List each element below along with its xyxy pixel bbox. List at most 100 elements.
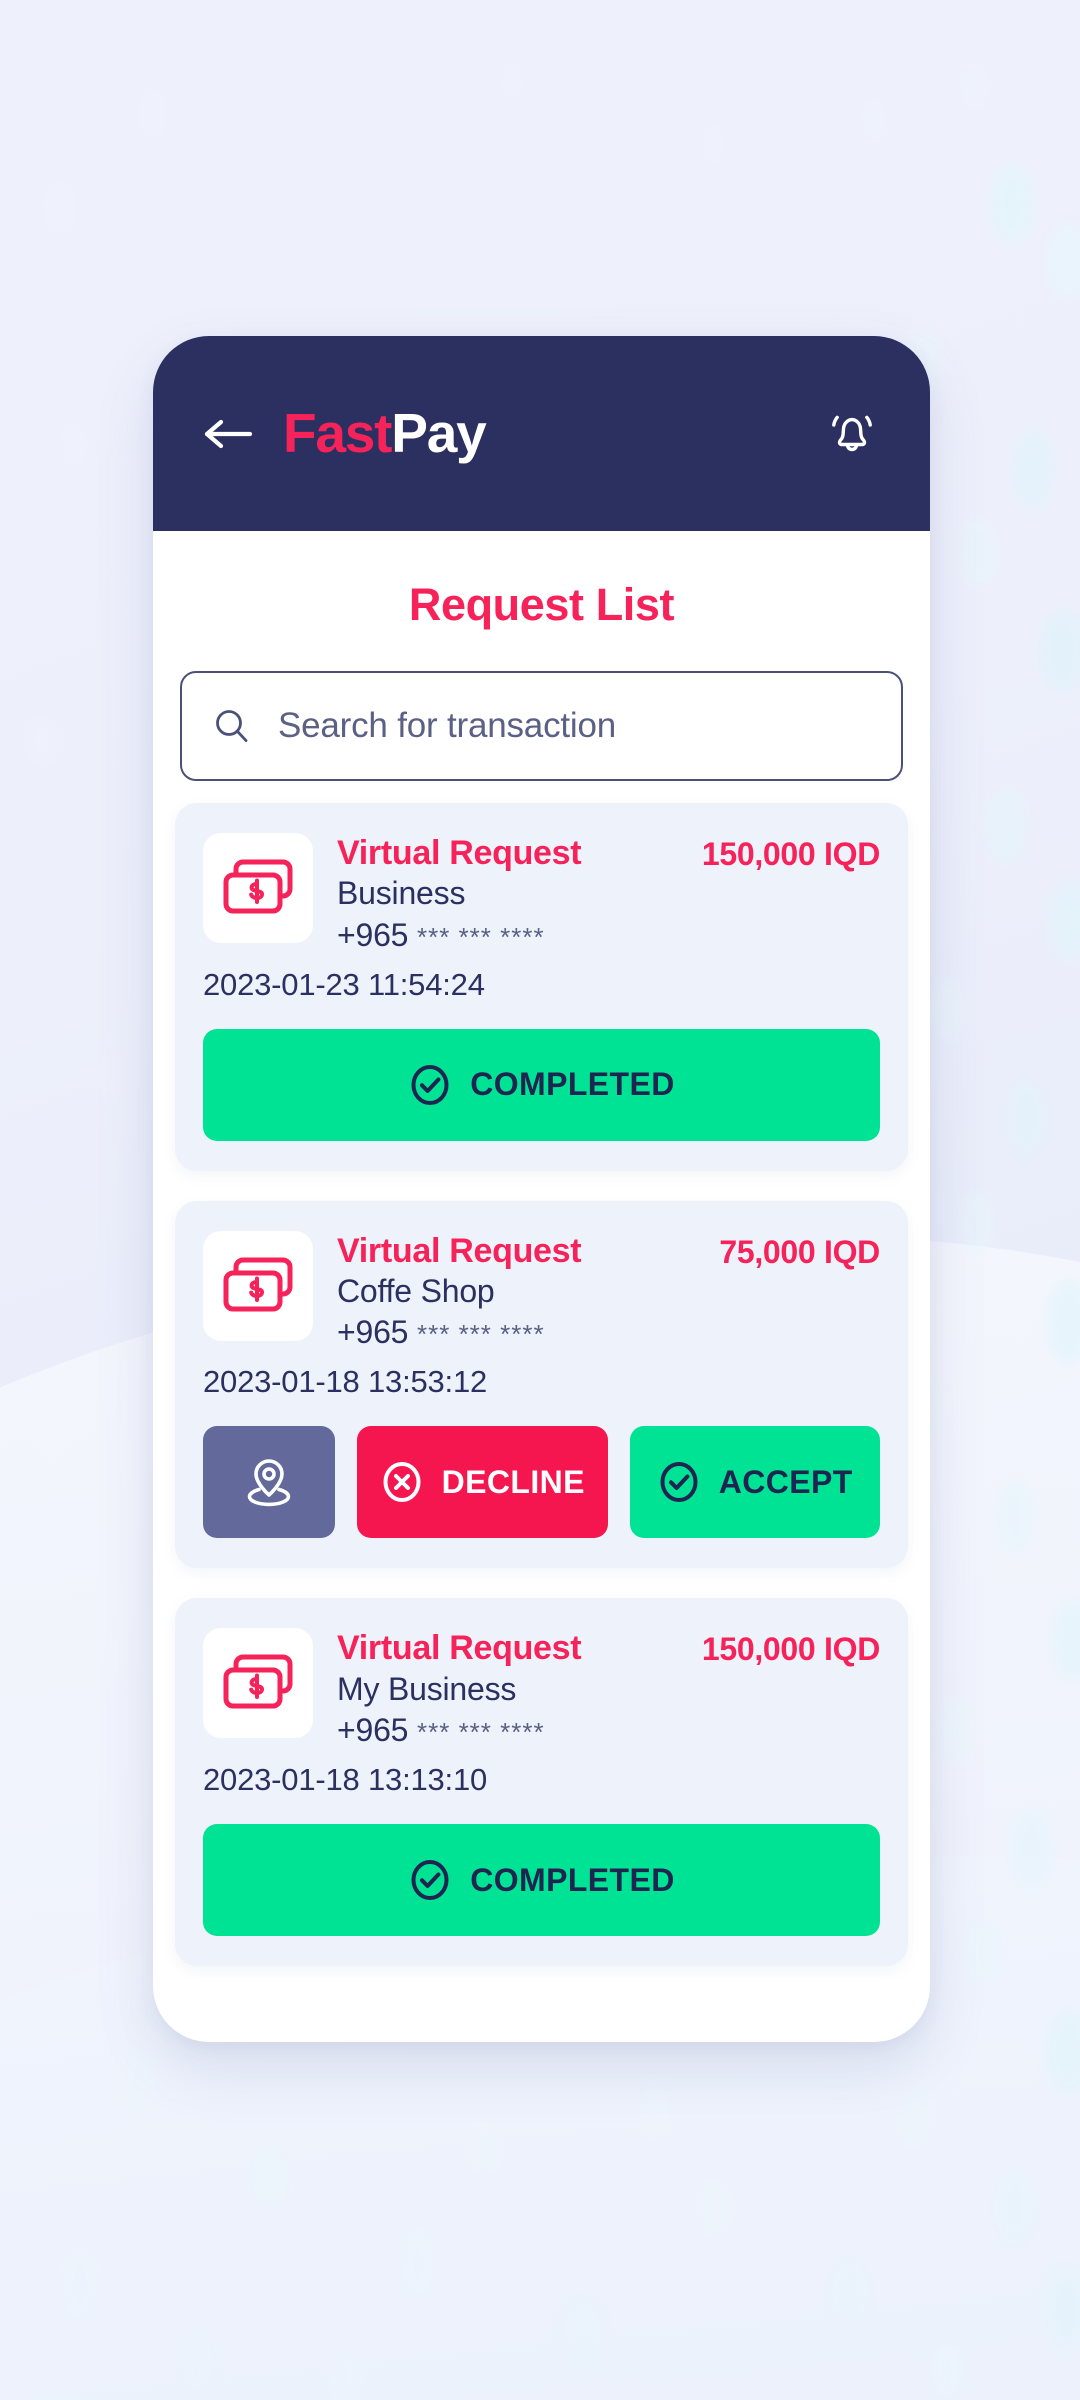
request-amount: 150,000 IQD	[701, 1631, 880, 1668]
bokeh-dot	[1048, 225, 1080, 299]
page-title: Request List	[408, 579, 675, 630]
accept-button[interactable]: ACCEPT	[629, 1426, 880, 1539]
request-phone-masked: *** *** ****	[416, 1717, 545, 1748]
request-details: Virtual Request My Business +965 *** *** *…	[337, 1628, 688, 1750]
request-type: Virtual Request	[337, 1629, 582, 1668]
bokeh-dot	[250, 2140, 290, 2212]
request-icon-tile	[203, 1628, 313, 1739]
request-summary: Virtual Request Coffe Shop +965 *** *** **…	[203, 1230, 880, 1353]
bokeh-dot	[1005, 1080, 1047, 1156]
bokeh-dot	[940, 1700, 974, 1762]
bokeh-dot	[95, 1050, 121, 1098]
request-amount: 150,000 IQD	[701, 836, 880, 872]
button-label: COMPLETED	[470, 1066, 675, 1103]
request-actions: COMPLETED	[203, 1028, 880, 1141]
bokeh-dot	[560, 2300, 604, 2378]
bokeh-dot	[700, 120, 726, 168]
brand-logo-first: Fast	[283, 402, 393, 464]
request-icon-tile	[203, 833, 313, 943]
search-placeholder-text: Search for transaction	[278, 706, 616, 745]
bokeh-dot	[1012, 430, 1054, 508]
request-phone-prefix: +965	[337, 1712, 409, 1749]
app-bar: FastPay	[153, 336, 930, 531]
bokeh-dot	[180, 2330, 214, 2392]
bokeh-dot	[930, 2340, 964, 2400]
request-datetime: 2023-01-18 13:53:12	[203, 1364, 488, 1400]
bokeh-dot	[960, 60, 990, 114]
check-circle-icon	[660, 1462, 698, 1503]
bokeh-dot	[640, 2080, 670, 2134]
completed-button[interactable]: COMPLETED	[203, 1028, 880, 1141]
bokeh-dot	[330, 2350, 360, 2400]
button-label: DECLINE	[441, 1463, 585, 1500]
request-type: Virtual Request	[337, 1231, 582, 1270]
bokeh-dot	[30, 720, 54, 764]
request-phone-masked: *** *** ****	[416, 921, 545, 952]
request-details: Virtual Request Coffe Shop +965 *** *** **…	[337, 1231, 705, 1353]
bokeh-dot	[700, 2180, 732, 2238]
request-phone-masked: *** *** ****	[416, 1319, 545, 1350]
bokeh-dot	[40, 1420, 64, 1464]
notification-bell-icon	[832, 415, 872, 451]
decline-button[interactable]: DECLINE	[357, 1426, 608, 1539]
bokeh-dot	[995, 1480, 1035, 1554]
button-label: COMPLETED	[470, 1861, 675, 1898]
request-phone: +965 *** *** ****	[337, 1710, 688, 1750]
screen-content: Request List Search for transaction Virt…	[153, 579, 930, 1967]
bokeh-dot	[960, 1190, 996, 1256]
bokeh-dot	[80, 1750, 106, 1798]
request-type: Virtual Request	[337, 834, 582, 872]
bokeh-dot	[45, 180, 75, 234]
arrow-left-icon	[204, 419, 253, 448]
brand-logo-second: Pay	[391, 402, 486, 464]
notification-button[interactable]	[818, 400, 886, 468]
search-input[interactable]: Search for transaction	[180, 671, 903, 781]
bokeh-dot	[500, 60, 524, 104]
request-phone-prefix: +965	[337, 1314, 409, 1351]
search-icon	[216, 710, 248, 742]
bokeh-dot	[120, 2050, 154, 2112]
bokeh-dot	[1050, 880, 1080, 960]
request-datetime: 2023-01-18 13:13:10	[203, 1762, 488, 1798]
request-datetime: 2023-01-23 11:54:24	[203, 966, 485, 1002]
back-button[interactable]	[197, 402, 261, 466]
bokeh-dot	[860, 95, 888, 145]
bokeh-dot	[60, 420, 88, 470]
bokeh-dot	[1040, 610, 1080, 692]
request-card[interactable]: Virtual Request Business +965 *** *** ****…	[175, 803, 908, 1171]
brand-logo: FastPay	[283, 406, 487, 461]
request-phone-prefix: +965	[337, 916, 409, 953]
completed-button[interactable]: COMPLETED	[203, 1824, 880, 1937]
request-actions: DECLINE ACCEPT	[203, 1426, 880, 1539]
request-merchant-name: Business	[337, 875, 466, 912]
request-icon-tile	[203, 1230, 313, 1341]
check-circle-icon	[411, 1860, 449, 1901]
bokeh-dot	[985, 790, 1025, 862]
request-summary: Virtual Request My Business +965 *** *** *…	[203, 1628, 880, 1750]
phone-mockup: FastPay Request List Search for transact…	[153, 336, 930, 2042]
bokeh-dot	[140, 90, 166, 138]
check-circle-icon	[411, 1064, 449, 1105]
request-merchant-name: My Business	[337, 1670, 517, 1707]
request-phone: +965 *** *** ****	[337, 1312, 705, 1352]
bokeh-dot	[60, 2250, 100, 2322]
x-circle-icon	[383, 1462, 421, 1503]
bokeh-dot	[995, 2170, 1035, 2244]
money-stack-icon	[223, 1654, 293, 1709]
location-button[interactable]	[203, 1426, 335, 1539]
bokeh-dot	[1044, 2270, 1080, 2350]
bokeh-dot	[1010, 1810, 1052, 1888]
request-card[interactable]: Virtual Request My Business +965 *** *** *…	[175, 1598, 908, 1967]
bokeh-dot	[900, 2090, 930, 2146]
request-card[interactable]: Virtual Request Coffe Shop +965 *** *** **…	[175, 1200, 908, 1569]
bokeh-dot	[830, 2260, 870, 2332]
button-label: ACCEPT	[718, 1463, 853, 1500]
money-stack-icon	[223, 859, 293, 914]
bokeh-dot	[400, 2230, 436, 2296]
bokeh-dot	[930, 980, 964, 1042]
request-summary: Virtual Request Business +965 *** *** ****…	[203, 833, 880, 955]
location-pin-icon	[247, 1459, 291, 1507]
request-merchant-name: Coffe Shop	[337, 1272, 495, 1309]
bokeh-dot	[470, 2120, 498, 2170]
search-section: Search for transaction	[153, 671, 930, 781]
